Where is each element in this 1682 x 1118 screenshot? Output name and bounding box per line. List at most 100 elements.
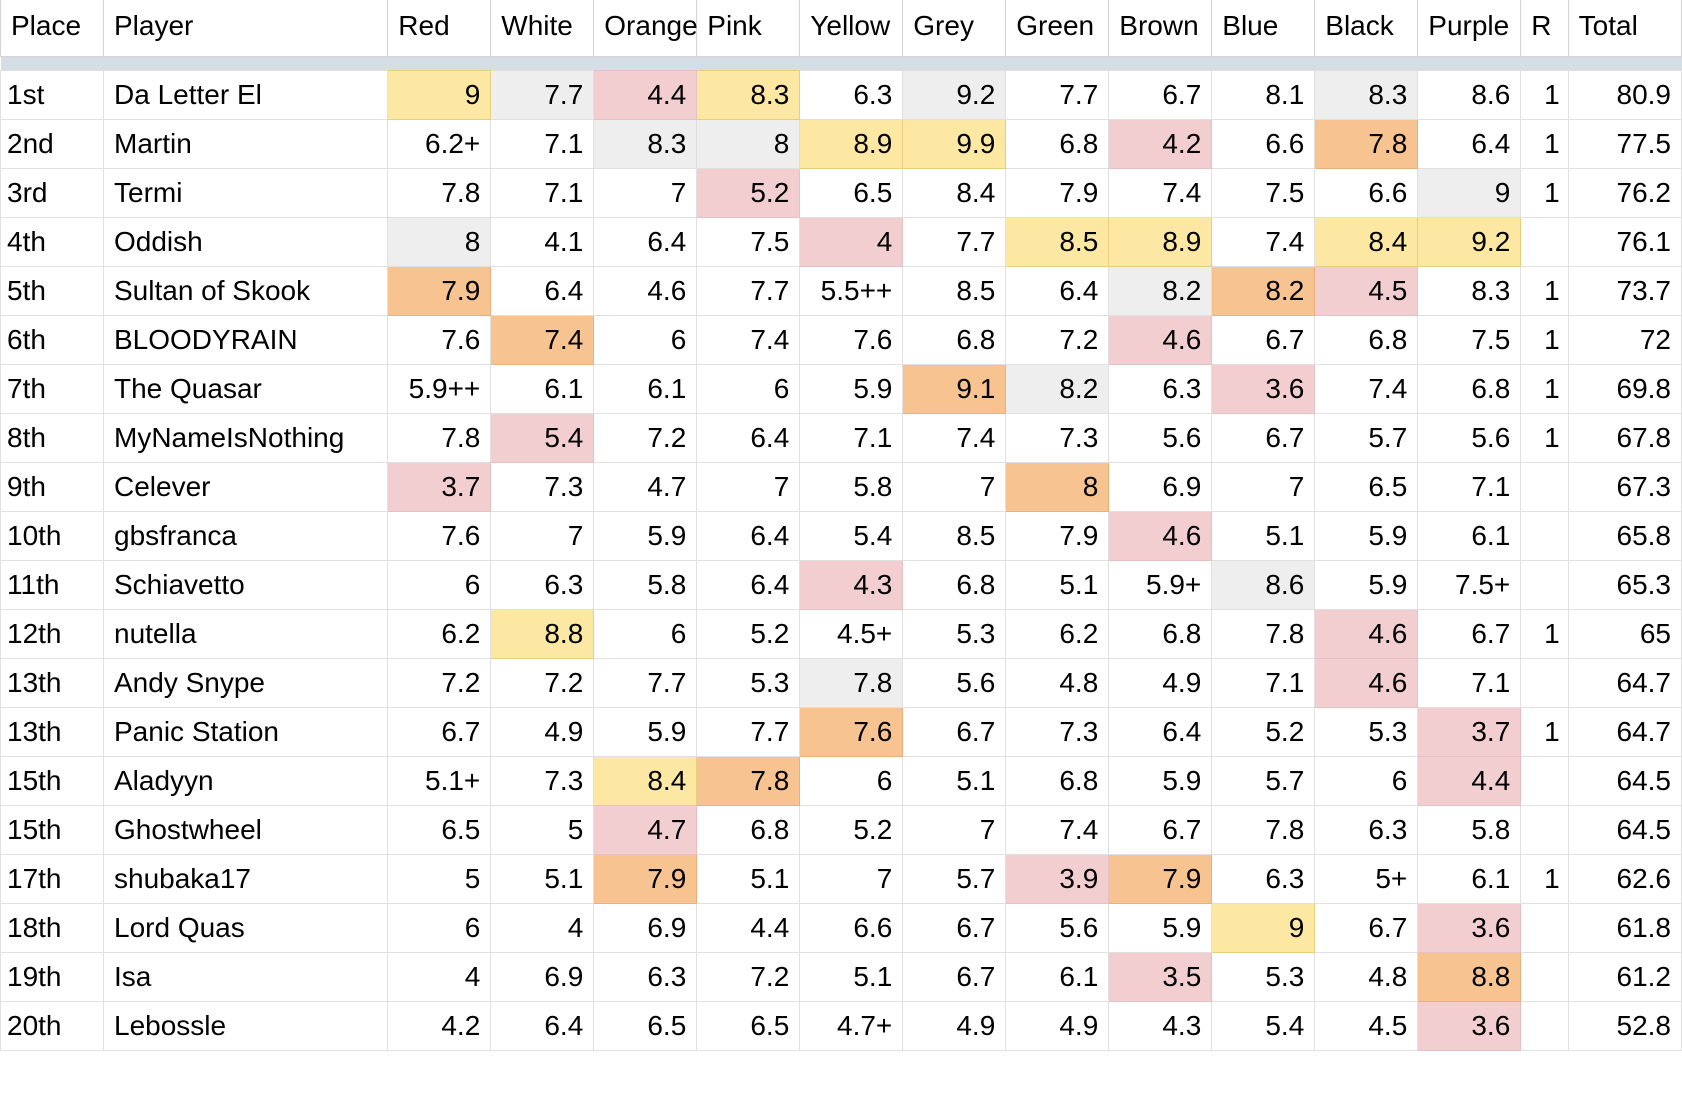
cell-score-grey[interactable]: 6.7 [903, 707, 1006, 756]
cell-score-pink[interactable]: 7.5 [697, 217, 800, 266]
cell-score-orange[interactable]: 5.9 [594, 511, 697, 560]
cell-score-red[interactable]: 7.9 [388, 266, 491, 315]
cell-score-grey[interactable]: 6.8 [903, 560, 1006, 609]
cell-score-yellow[interactable]: 7.1 [800, 413, 903, 462]
cell-score-brown[interactable]: 7.9 [1109, 854, 1212, 903]
cell-score-grey[interactable]: 5.6 [903, 658, 1006, 707]
cell-score-red[interactable]: 6.5 [388, 805, 491, 854]
cell-r[interactable]: 1 [1521, 266, 1568, 315]
cell-score-pink[interactable]: 6 [697, 364, 800, 413]
cell-score-blue[interactable]: 6.7 [1212, 315, 1315, 364]
cell-score-yellow[interactable]: 6.6 [800, 903, 903, 952]
cell-score-red[interactable]: 6 [388, 903, 491, 952]
cell-r[interactable] [1521, 805, 1568, 854]
cell-player[interactable]: Termi [104, 168, 388, 217]
cell-score-black[interactable]: 5.9 [1315, 511, 1418, 560]
cell-total[interactable]: 61.2 [1568, 952, 1681, 1001]
cell-total[interactable]: 61.8 [1568, 903, 1681, 952]
cell-score-blue[interactable]: 5.7 [1212, 756, 1315, 805]
cell-place[interactable]: 17th [1, 854, 104, 903]
cell-score-white[interactable]: 4.1 [491, 217, 594, 266]
cell-score-yellow[interactable]: 6.3 [800, 70, 903, 119]
cell-score-brown[interactable]: 8.2 [1109, 266, 1212, 315]
cell-score-green[interactable]: 7.4 [1006, 805, 1109, 854]
cell-player[interactable]: MyNameIsNothing [104, 413, 388, 462]
cell-player[interactable]: Isa [104, 952, 388, 1001]
cell-place[interactable]: 10th [1, 511, 104, 560]
cell-total[interactable]: 65.8 [1568, 511, 1681, 560]
cell-score-grey[interactable]: 5.7 [903, 854, 1006, 903]
cell-score-red[interactable]: 7.6 [388, 511, 491, 560]
cell-player[interactable]: The Quasar [104, 364, 388, 413]
cell-score-green[interactable]: 6.4 [1006, 266, 1109, 315]
column-header-purple[interactable]: Purple [1418, 0, 1521, 56]
cell-score-red[interactable]: 7.8 [388, 413, 491, 462]
cell-place[interactable]: 20th [1, 1001, 104, 1050]
cell-score-red[interactable]: 6.2 [388, 609, 491, 658]
column-header-pink[interactable]: Pink [697, 0, 800, 56]
cell-score-blue[interactable]: 7.8 [1212, 609, 1315, 658]
cell-score-yellow[interactable]: 6.5 [800, 168, 903, 217]
cell-total[interactable]: 73.7 [1568, 266, 1681, 315]
cell-score-black[interactable]: 6.5 [1315, 462, 1418, 511]
cell-r[interactable]: 1 [1521, 70, 1568, 119]
cell-score-grey[interactable]: 5.3 [903, 609, 1006, 658]
table-row[interactable]: 3rdTermi7.87.175.26.58.47.97.47.56.69176… [1, 168, 1682, 217]
cell-total[interactable]: 67.3 [1568, 462, 1681, 511]
cell-score-red[interactable]: 6.2+ [388, 119, 491, 168]
cell-score-white[interactable]: 4.9 [491, 707, 594, 756]
cell-score-black[interactable]: 7.4 [1315, 364, 1418, 413]
cell-score-black[interactable]: 4.8 [1315, 952, 1418, 1001]
cell-r[interactable]: 1 [1521, 609, 1568, 658]
cell-score-orange[interactable]: 7 [594, 168, 697, 217]
cell-score-black[interactable]: 6.3 [1315, 805, 1418, 854]
cell-score-brown[interactable]: 6.7 [1109, 70, 1212, 119]
cell-score-purple[interactable]: 3.6 [1418, 1001, 1521, 1050]
cell-score-pink[interactable]: 5.3 [697, 658, 800, 707]
cell-place[interactable]: 5th [1, 266, 104, 315]
cell-score-yellow[interactable]: 7.8 [800, 658, 903, 707]
cell-score-black[interactable]: 4.5 [1315, 266, 1418, 315]
cell-player[interactable]: Oddish [104, 217, 388, 266]
cell-score-purple[interactable]: 3.6 [1418, 903, 1521, 952]
cell-score-brown[interactable]: 3.5 [1109, 952, 1212, 1001]
cell-score-brown[interactable]: 4.6 [1109, 511, 1212, 560]
cell-score-blue[interactable]: 6.6 [1212, 119, 1315, 168]
cell-player[interactable]: BLOODYRAIN [104, 315, 388, 364]
cell-score-white[interactable]: 6.4 [491, 1001, 594, 1050]
cell-total[interactable]: 52.8 [1568, 1001, 1681, 1050]
cell-score-blue[interactable]: 7.1 [1212, 658, 1315, 707]
cell-score-purple[interactable]: 7.5 [1418, 315, 1521, 364]
cell-score-white[interactable]: 7.1 [491, 168, 594, 217]
cell-score-green[interactable]: 3.9 [1006, 854, 1109, 903]
cell-score-purple[interactable]: 5.8 [1418, 805, 1521, 854]
cell-player[interactable]: Martin [104, 119, 388, 168]
cell-place[interactable]: 3rd [1, 168, 104, 217]
cell-score-brown[interactable]: 5.6 [1109, 413, 1212, 462]
cell-total[interactable]: 64.5 [1568, 805, 1681, 854]
cell-score-green[interactable]: 4.9 [1006, 1001, 1109, 1050]
cell-score-yellow[interactable]: 4.5+ [800, 609, 903, 658]
cell-place[interactable]: 18th [1, 903, 104, 952]
cell-score-orange[interactable]: 4.7 [594, 462, 697, 511]
cell-score-orange[interactable]: 6.3 [594, 952, 697, 1001]
cell-score-grey[interactable]: 8.5 [903, 266, 1006, 315]
cell-score-white[interactable]: 6.1 [491, 364, 594, 413]
cell-place[interactable]: 8th [1, 413, 104, 462]
cell-score-brown[interactable]: 6.7 [1109, 805, 1212, 854]
cell-score-yellow[interactable]: 5.2 [800, 805, 903, 854]
cell-place[interactable]: 1st [1, 70, 104, 119]
cell-total[interactable]: 65 [1568, 609, 1681, 658]
cell-score-orange[interactable]: 6 [594, 315, 697, 364]
cell-score-purple[interactable]: 8.3 [1418, 266, 1521, 315]
cell-player[interactable]: Celever [104, 462, 388, 511]
cell-score-blue[interactable]: 7 [1212, 462, 1315, 511]
cell-player[interactable]: Lebossle [104, 1001, 388, 1050]
column-header-r[interactable]: R [1521, 0, 1568, 56]
cell-player[interactable]: gbsfranca [104, 511, 388, 560]
column-header-black[interactable]: Black [1315, 0, 1418, 56]
cell-score-blue[interactable]: 5.1 [1212, 511, 1315, 560]
cell-score-yellow[interactable]: 6 [800, 756, 903, 805]
cell-score-white[interactable]: 5.1 [491, 854, 594, 903]
cell-score-green[interactable]: 8.2 [1006, 364, 1109, 413]
